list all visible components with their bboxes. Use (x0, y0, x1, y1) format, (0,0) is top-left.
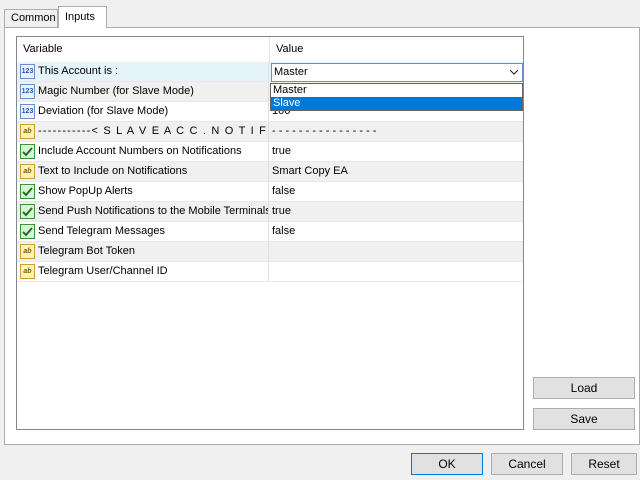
value-cell[interactable]: Smart Copy EA (269, 162, 523, 181)
account-type-combo[interactable]: Master (271, 63, 523, 82)
account-type-dropdown: Master Slave (270, 83, 523, 111)
value-cell[interactable]: false (269, 182, 523, 201)
check-icon (20, 224, 35, 239)
dropdown-option-master[interactable]: Master (271, 84, 522, 97)
save-button[interactable]: Save (533, 408, 635, 430)
variable-cell: Include Account Numbers on Notifications (17, 142, 269, 161)
ok-button[interactable]: OK (411, 453, 483, 475)
reset-button[interactable]: Reset (571, 453, 637, 475)
variable-cell: 123 Deviation (for Slave Mode) (17, 102, 269, 121)
table-row[interactable]: ab Telegram User/Channel ID (17, 262, 523, 282)
dropdown-option-slave[interactable]: Slave (271, 97, 522, 110)
variable-cell: ab Telegram User/Channel ID (17, 262, 269, 281)
tab-inputs[interactable]: Inputs (58, 6, 107, 28)
string-type-icon: ab (20, 264, 35, 279)
table-row[interactable]: ab Telegram Bot Token (17, 242, 523, 262)
integer-type-icon: 123 (20, 64, 35, 79)
variable-cell: 123 Magic Number (for Slave Mode) (17, 82, 269, 101)
cancel-button[interactable]: Cancel (491, 453, 563, 475)
table-row[interactable]: Send Telegram Messages false (17, 222, 523, 242)
variable-cell: ab -----------< S L A V E A C C . N O T I… (17, 122, 269, 141)
check-icon (20, 144, 35, 159)
value-cell[interactable] (269, 262, 523, 281)
table-row[interactable]: ab -----------< S L A V E A C C . N O T I… (17, 122, 523, 142)
table-row[interactable]: Send Push Notifications to the Mobile Te… (17, 202, 523, 222)
variable-cell: Send Telegram Messages (17, 222, 269, 241)
tab-common[interactable]: Common (4, 9, 58, 28)
check-icon (20, 184, 35, 199)
value-cell[interactable]: true (269, 202, 523, 221)
variable-cell: Send Push Notifications to the Mobile Te… (17, 202, 269, 221)
integer-type-icon: 123 (20, 84, 35, 99)
table-row[interactable]: Show PopUp Alerts false (17, 182, 523, 202)
string-type-icon: ab (20, 124, 35, 139)
variable-cell: ab Telegram Bot Token (17, 242, 269, 261)
load-button[interactable]: Load (533, 377, 635, 399)
variable-cell: 123 This Account is : (17, 62, 269, 81)
string-type-icon: ab (20, 244, 35, 259)
table-row[interactable]: ab Text to Include on Notifications Smart… (17, 162, 523, 182)
value-cell[interactable]: - - - - - - - - - - - - - - - - (269, 122, 523, 141)
value-cell[interactable]: false (269, 222, 523, 241)
column-header-variable[interactable]: Variable (17, 37, 269, 62)
integer-type-icon: 123 (20, 104, 35, 119)
variable-cell: Show PopUp Alerts (17, 182, 269, 201)
column-header-value[interactable]: Value (269, 37, 523, 62)
value-cell[interactable] (269, 242, 523, 261)
chevron-down-icon[interactable] (510, 68, 518, 76)
string-type-icon: ab (20, 164, 35, 179)
check-icon (20, 204, 35, 219)
value-cell[interactable]: true (269, 142, 523, 161)
variable-cell: ab Text to Include on Notifications (17, 162, 269, 181)
table-row[interactable]: Include Account Numbers on Notifications… (17, 142, 523, 162)
grid-header: Variable Value (17, 37, 523, 63)
